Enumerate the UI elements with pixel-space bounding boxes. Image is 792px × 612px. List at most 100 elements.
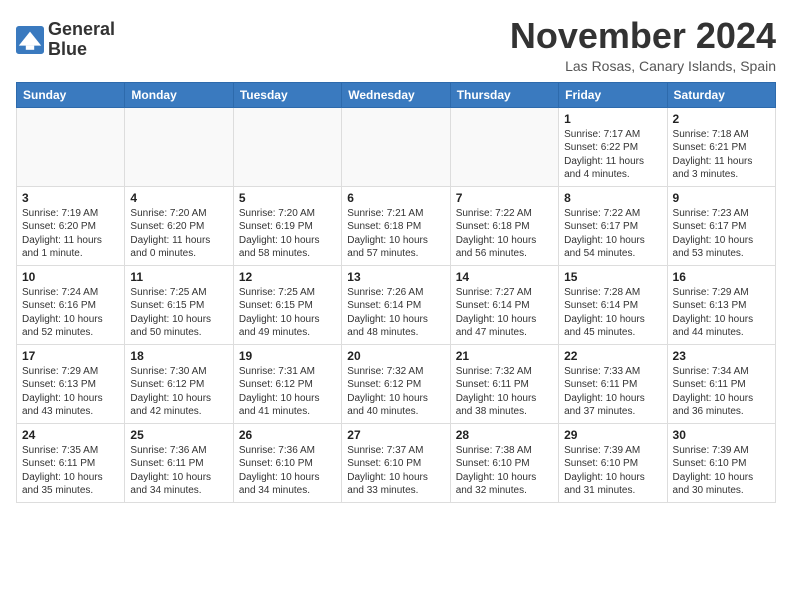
day-number: 30 [673,428,770,442]
day-info: Sunrise: 7:35 AMSunset: 6:11 PMDaylight:… [22,444,119,498]
calendar-cell: 25 Sunrise: 7:36 AMSunset: 6:11 PMDayligh… [125,423,233,502]
calendar-cell: 27 Sunrise: 7:37 AMSunset: 6:10 PMDayligh… [342,423,450,502]
calendar-cell [450,107,558,186]
calendar-cell: 3Sunrise: 7:19 AMSunset: 6:20 PMDaylight… [17,186,125,265]
calendar-cell: 1Sunrise: 7:17 AMSunset: 6:22 PMDaylight… [559,107,667,186]
day-number: 28 [456,428,553,442]
day-info: Sunrise: 7:33 AMSunset: 6:11 PMDaylight:… [564,365,661,419]
calendar-week-row: 24 Sunrise: 7:35 AMSunset: 6:11 PMDayligh… [17,423,776,502]
page-header: General Blue November 2024 Las Rosas, Ca… [16,16,776,74]
day-info: Sunrise: 7:29 AMSunset: 6:13 PMDaylight:… [673,286,770,340]
day-info: Sunrise: 7:25 AMSunset: 6:15 PMDaylight:… [239,286,336,340]
day-number: 23 [673,349,770,363]
calendar-week-row: 1Sunrise: 7:17 AMSunset: 6:22 PMDaylight… [17,107,776,186]
day-header-tuesday: Tuesday [233,82,341,107]
day-number: 29 [564,428,661,442]
day-number: 6 [347,191,444,205]
calendar-cell: 12 Sunrise: 7:25 AMSunset: 6:15 PMDayligh… [233,265,341,344]
day-number: 4 [130,191,227,205]
day-info: Sunrise: 7:26 AMSunset: 6:14 PMDaylight:… [347,286,444,340]
calendar-cell: 14 Sunrise: 7:27 AMSunset: 6:14 PMDayligh… [450,265,558,344]
calendar-cell: 26 Sunrise: 7:36 AMSunset: 6:10 PMDayligh… [233,423,341,502]
day-header-friday: Friday [559,82,667,107]
day-number: 19 [239,349,336,363]
day-info: Sunrise: 7:36 AMSunset: 6:10 PMDaylight:… [239,444,336,498]
calendar-cell: 19 Sunrise: 7:31 AMSunset: 6:12 PMDayligh… [233,344,341,423]
day-number: 7 [456,191,553,205]
day-number: 22 [564,349,661,363]
logo-text: General Blue [48,20,115,60]
calendar-cell: 8Sunrise: 7:22 AMSunset: 6:17 PMDaylight… [559,186,667,265]
calendar-cell: 17Sunrise: 7:29 AMSunset: 6:13 PMDayligh… [17,344,125,423]
calendar-cell: 7 Sunrise: 7:22 AMSunset: 6:18 PMDaylight… [450,186,558,265]
day-number: 26 [239,428,336,442]
day-number: 2 [673,112,770,126]
day-info: Sunrise: 7:31 AMSunset: 6:12 PMDaylight:… [239,365,336,419]
calendar-cell: 18 Sunrise: 7:30 AMSunset: 6:12 PMDayligh… [125,344,233,423]
day-info: Sunrise: 7:18 AMSunset: 6:21 PMDaylight:… [673,128,770,182]
day-info: Sunrise: 7:21 AMSunset: 6:18 PMDaylight:… [347,207,444,261]
day-info: Sunrise: 7:39 AMSunset: 6:10 PMDaylight:… [564,444,661,498]
day-number: 10 [22,270,119,284]
calendar-cell: 5Sunrise: 7:20 AMSunset: 6:19 PMDaylight… [233,186,341,265]
calendar-cell [342,107,450,186]
day-number: 12 [239,270,336,284]
logo-icon [16,26,44,54]
location: Las Rosas, Canary Islands, Spain [510,58,776,74]
calendar-cell [125,107,233,186]
day-number: 21 [456,349,553,363]
day-info: Sunrise: 7:30 AMSunset: 6:12 PMDaylight:… [130,365,227,419]
calendar-cell: 30Sunrise: 7:39 AMSunset: 6:10 PMDayligh… [667,423,775,502]
calendar-cell: 22 Sunrise: 7:33 AMSunset: 6:11 PMDayligh… [559,344,667,423]
day-number: 5 [239,191,336,205]
day-number: 15 [564,270,661,284]
day-info: Sunrise: 7:34 AMSunset: 6:11 PMDaylight:… [673,365,770,419]
day-number: 16 [673,270,770,284]
calendar-cell: 21 Sunrise: 7:32 AMSunset: 6:11 PMDayligh… [450,344,558,423]
day-header-thursday: Thursday [450,82,558,107]
day-number: 1 [564,112,661,126]
calendar-week-row: 17Sunrise: 7:29 AMSunset: 6:13 PMDayligh… [17,344,776,423]
day-info: Sunrise: 7:19 AMSunset: 6:20 PMDaylight:… [22,207,119,261]
calendar-cell [233,107,341,186]
day-number: 13 [347,270,444,284]
logo: General Blue [16,20,115,60]
calendar-cell: 2 Sunrise: 7:18 AMSunset: 6:21 PMDaylight… [667,107,775,186]
day-number: 17 [22,349,119,363]
calendar-cell: 10Sunrise: 7:24 AMSunset: 6:16 PMDayligh… [17,265,125,344]
day-info: Sunrise: 7:32 AMSunset: 6:11 PMDaylight:… [456,365,553,419]
day-info: Sunrise: 7:27 AMSunset: 6:14 PMDaylight:… [456,286,553,340]
calendar-table: SundayMondayTuesdayWednesdayThursdayFrid… [16,82,776,503]
day-number: 25 [130,428,227,442]
day-header-wednesday: Wednesday [342,82,450,107]
day-info: Sunrise: 7:38 AMSunset: 6:10 PMDaylight:… [456,444,553,498]
day-info: Sunrise: 7:28 AMSunset: 6:14 PMDaylight:… [564,286,661,340]
calendar-cell: 24 Sunrise: 7:35 AMSunset: 6:11 PMDayligh… [17,423,125,502]
calendar-cell: 20Sunrise: 7:32 AMSunset: 6:12 PMDayligh… [342,344,450,423]
day-number: 11 [130,270,227,284]
day-number: 14 [456,270,553,284]
calendar-week-row: 3Sunrise: 7:19 AMSunset: 6:20 PMDaylight… [17,186,776,265]
day-number: 24 [22,428,119,442]
month-title: November 2024 [510,16,776,56]
day-info: Sunrise: 7:22 AMSunset: 6:18 PMDaylight:… [456,207,553,261]
day-info: Sunrise: 7:25 AMSunset: 6:15 PMDaylight:… [130,286,227,340]
calendar-cell: 4 Sunrise: 7:20 AMSunset: 6:20 PMDaylight… [125,186,233,265]
day-header-saturday: Saturday [667,82,775,107]
calendar-cell: 23 Sunrise: 7:34 AMSunset: 6:11 PMDayligh… [667,344,775,423]
day-info: Sunrise: 7:37 AMSunset: 6:10 PMDaylight:… [347,444,444,498]
day-info: Sunrise: 7:32 AMSunset: 6:12 PMDaylight:… [347,365,444,419]
day-info: Sunrise: 7:20 AMSunset: 6:20 PMDaylight:… [130,207,227,261]
day-number: 27 [347,428,444,442]
calendar-cell: 13 Sunrise: 7:26 AMSunset: 6:14 PMDayligh… [342,265,450,344]
day-number: 18 [130,349,227,363]
day-info: Sunrise: 7:36 AMSunset: 6:11 PMDaylight:… [130,444,227,498]
calendar-cell: 6 Sunrise: 7:21 AMSunset: 6:18 PMDaylight… [342,186,450,265]
calendar-cell: 15 Sunrise: 7:28 AMSunset: 6:14 PMDayligh… [559,265,667,344]
title-block: November 2024 Las Rosas, Canary Islands,… [510,16,776,74]
calendar-cell: 29 Sunrise: 7:39 AMSunset: 6:10 PMDayligh… [559,423,667,502]
calendar-cell: 11 Sunrise: 7:25 AMSunset: 6:15 PMDayligh… [125,265,233,344]
calendar-header-row: SundayMondayTuesdayWednesdayThursdayFrid… [17,82,776,107]
calendar-cell: 9Sunrise: 7:23 AMSunset: 6:17 PMDaylight… [667,186,775,265]
calendar-week-row: 10Sunrise: 7:24 AMSunset: 6:16 PMDayligh… [17,265,776,344]
